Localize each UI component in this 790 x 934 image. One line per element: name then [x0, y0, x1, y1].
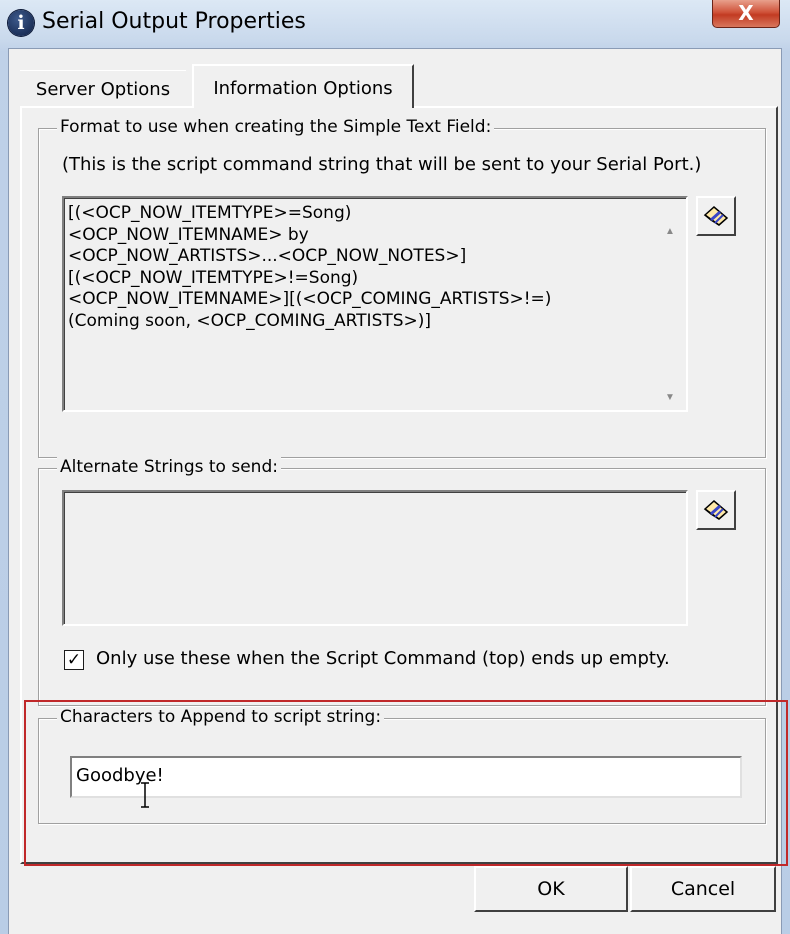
tab-server-options[interactable]: Server Options	[20, 70, 186, 106]
script-command-text: [(<OCP_NOW_ITEMTYPE>=Song) <OCP_NOW_ITEM…	[68, 203, 552, 331]
format-hint: (This is the script command string that …	[62, 154, 702, 175]
only-use-when-empty-checkbox[interactable]: ✓	[64, 650, 84, 670]
append-characters-input[interactable]: Goodbye!	[70, 756, 742, 798]
alternate-strings-textarea[interactable]	[62, 490, 688, 626]
alternate-eraser-button[interactable]	[696, 490, 736, 530]
cancel-button[interactable]: Cancel	[630, 866, 776, 912]
script-command-textarea[interactable]: [(<OCP_NOW_ITEMTYPE>=Song) <OCP_NOW_ITEM…	[62, 196, 688, 412]
info-icon: i	[8, 10, 34, 36]
only-use-when-empty-label[interactable]: Only use these when the Script Command (…	[96, 648, 670, 669]
window-title: Serial Output Properties	[42, 9, 306, 34]
title-bar[interactable]: i Serial Output Properties X	[0, 0, 790, 48]
format-group-label: Format to use when creating the Simple T…	[57, 117, 495, 137]
scroll-up-arrow-icon[interactable]: ▲	[660, 224, 680, 240]
ok-button[interactable]: OK	[474, 866, 628, 912]
append-group-label: Characters to Append to script string:	[57, 707, 385, 727]
close-button[interactable]: X	[712, 0, 780, 28]
ibeam-cursor-icon	[141, 782, 149, 808]
eraser-icon	[703, 500, 729, 520]
scroll-down-arrow-icon[interactable]: ▼	[660, 390, 680, 406]
script-eraser-button[interactable]	[696, 196, 736, 236]
tab-information-options[interactable]: Information Options	[192, 64, 414, 108]
eraser-icon	[703, 206, 729, 226]
alternate-group-label: Alternate Strings to send:	[57, 457, 281, 477]
